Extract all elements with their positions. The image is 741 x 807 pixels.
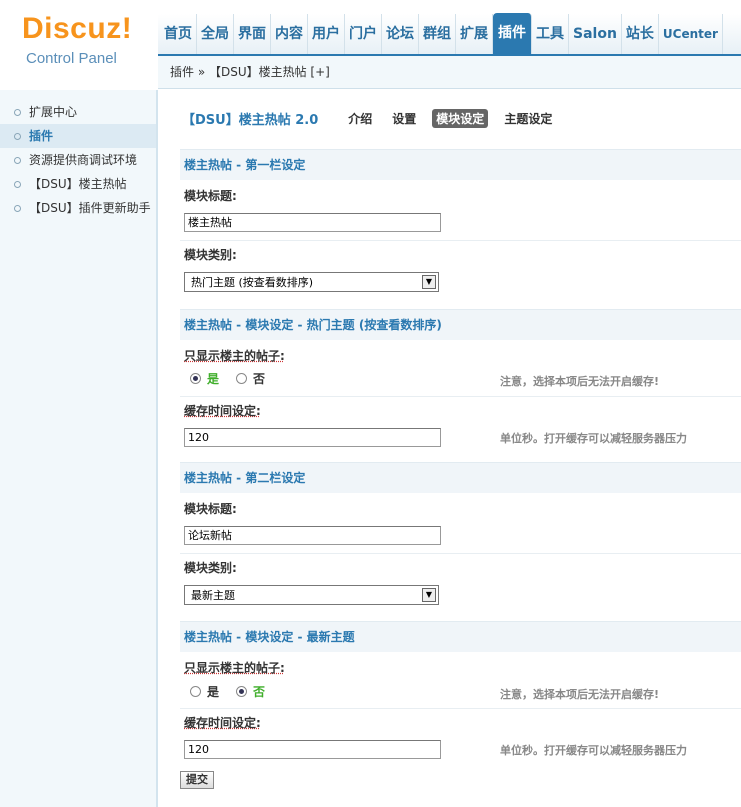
module-type-label: 模块类别: <box>184 561 237 575</box>
topnav-item-plugin[interactable]: 插件 <box>493 13 532 54</box>
bullet-icon <box>14 157 21 164</box>
bullet-icon <box>14 181 21 188</box>
cache-warning-tip: 注意，选择本项后无法开启缓存! <box>500 688 660 701</box>
bullet-icon <box>14 205 21 212</box>
tab-intro[interactable]: 介绍 <box>344 109 376 128</box>
radio-yes[interactable]: 是 <box>190 370 219 387</box>
chevron-down-icon: ▼ <box>422 275 436 289</box>
section-header: 楼主热帖 - 模块设定 - 热门主题 (按查看数排序) <box>180 309 741 340</box>
only-author-label: 只显示楼主的帖子: <box>184 349 285 363</box>
sidebar-item-plugins[interactable]: 插件 <box>0 124 156 148</box>
module-title-input[interactable]: 论坛新帖 <box>184 526 441 545</box>
main-content: 【DSU】楼主热帖 2.0 介绍 设置 模块设定 主题设定 楼主热帖 - 第一栏… <box>160 90 741 807</box>
radio-unchecked-icon <box>190 686 201 697</box>
topnav-item-founder[interactable]: 站长 <box>622 14 659 54</box>
breadcrumb[interactable]: 插件 » 【DSU】楼主热帖 [+] <box>158 56 741 89</box>
topnav-item-home[interactable]: 首页 <box>160 14 197 54</box>
plugin-title: 【DSU】楼主热帖 2.0 <box>182 112 319 128</box>
module-type-label: 模块类别: <box>184 248 237 262</box>
sidebar-item-extension-center[interactable]: 扩展中心 <box>0 100 156 124</box>
chevron-down-icon: ▼ <box>422 588 436 602</box>
top-navigation: 首页 全局 界面 内容 用户 门户 论坛 群组 扩展 插件 工具 Salon 站… <box>158 13 741 56</box>
topnav-item-content[interactable]: 内容 <box>271 14 308 54</box>
radio-no[interactable]: 否 <box>236 370 265 387</box>
module-title-input[interactable]: 楼主热帖 <box>184 213 441 232</box>
cache-time-label: 缓存时间设定: <box>184 404 261 418</box>
cache-time-input[interactable]: 120 <box>184 428 441 447</box>
radio-checked-icon <box>190 373 201 384</box>
divider <box>180 553 741 554</box>
tab-settings[interactable]: 设置 <box>388 109 420 128</box>
topnav-item-user[interactable]: 用户 <box>308 14 345 54</box>
sidebar-item-dsu-update-helper[interactable]: 【DSU】插件更新助手 <box>0 196 156 220</box>
only-author-label: 只显示楼主的帖子: <box>184 661 285 675</box>
topnav-item-tools[interactable]: 工具 <box>532 14 569 54</box>
module-type-select[interactable]: 最新主题 ▼ <box>184 585 439 605</box>
bullet-icon <box>14 109 21 116</box>
radio-no[interactable]: 否 <box>236 683 265 700</box>
topnav-item-salon[interactable]: Salon <box>569 14 622 54</box>
divider <box>180 708 741 709</box>
cache-time-label: 缓存时间设定: <box>184 716 261 730</box>
divider <box>180 396 741 397</box>
topnav-item-extended[interactable]: 扩展 <box>456 14 493 54</box>
radio-yes[interactable]: 是 <box>190 683 219 700</box>
module-type-select[interactable]: 热门主题 (按查看数排序) ▼ <box>184 272 439 292</box>
tab-module-settings[interactable]: 模块设定 <box>432 108 489 128</box>
logo: Discuz! Control Panel <box>0 0 158 90</box>
sidebar-item-dsu-hot-posts[interactable]: 【DSU】楼主热帖 <box>0 172 156 196</box>
cache-time-input[interactable]: 120 <box>184 740 441 759</box>
topnav-item-style[interactable]: 界面 <box>234 14 271 54</box>
logo-subtitle: Control Panel <box>26 50 117 67</box>
radio-checked-icon <box>236 686 247 697</box>
sidebar: 扩展中心 插件 资源提供商调试环境 【DSU】楼主热帖 【DSU】插件更新助手 <box>0 90 158 807</box>
module-title-label: 模块标题: <box>184 502 237 516</box>
divider <box>180 240 741 241</box>
tab-thread-settings[interactable]: 主题设定 <box>500 109 556 128</box>
topnav-item-ucenter[interactable]: UCenter <box>659 14 723 54</box>
topnav-item-forum[interactable]: 论坛 <box>382 14 419 54</box>
module-title-label: 模块标题: <box>184 189 237 203</box>
topnav-item-portal[interactable]: 门户 <box>345 14 382 54</box>
topnav-item-group[interactable]: 群组 <box>419 14 456 54</box>
bullet-icon <box>14 133 21 140</box>
sidebar-item-provider-debug[interactable]: 资源提供商调试环境 <box>0 148 156 172</box>
plugin-header: 【DSU】楼主热帖 2.0 介绍 设置 模块设定 主题设定 <box>182 108 568 128</box>
submit-button[interactable]: 提交 <box>180 771 214 789</box>
cache-warning-tip: 注意，选择本项后无法开启缓存! <box>500 375 660 388</box>
logo-title: Discuz! <box>22 12 133 45</box>
cache-time-tip: 单位秒。打开缓存可以减轻服务器压力 <box>500 432 687 445</box>
section-header: 楼主热帖 - 模块设定 - 最新主题 <box>180 621 741 652</box>
radio-unchecked-icon <box>236 373 247 384</box>
topnav-item-global[interactable]: 全局 <box>197 14 234 54</box>
section-header: 楼主热帖 - 第一栏设定 <box>180 149 741 180</box>
section-header: 楼主热帖 - 第二栏设定 <box>180 462 741 493</box>
cache-time-tip: 单位秒。打开缓存可以减轻服务器压力 <box>500 744 687 757</box>
